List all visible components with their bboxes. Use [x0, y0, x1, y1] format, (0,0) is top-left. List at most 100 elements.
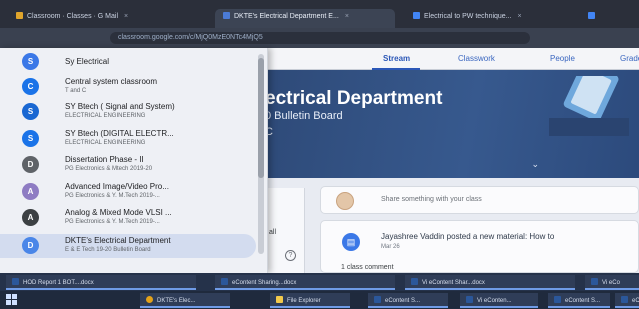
share-placeholder: Share something with your class — [381, 196, 482, 203]
classroom-tab-icon — [223, 12, 230, 19]
word-icon — [591, 278, 598, 285]
class-avatar: D — [22, 237, 39, 254]
url-field[interactable]: classroom.google.com/c/MjQ0MzE0NTc4MjQ5 — [110, 32, 530, 44]
word-icon — [374, 296, 381, 303]
word-icon — [466, 296, 473, 303]
class-tabs: Stream Classwork People Grades — [265, 48, 639, 70]
browser-tab-active[interactable]: DKTE's Electrical Department E... × — [215, 9, 395, 28]
upcoming-panel: all ? — [265, 188, 305, 273]
taskbar-window-button[interactable]: eContent Sharing...docx — [215, 275, 395, 290]
class-comment-link[interactable]: 1 class comment — [341, 264, 394, 271]
taskbar: HOD Report 1 BOT....docx eContent Sharin… — [0, 273, 639, 309]
class-avatar: A — [22, 183, 39, 200]
close-icon[interactable]: × — [518, 13, 522, 20]
class-section: E & E Tech 19-20 Bulletin Board — [65, 247, 151, 253]
folder-icon — [276, 296, 283, 303]
drawer-scrollbar-thumb[interactable] — [258, 58, 264, 178]
tab-label: DKTE's Electrical Department E... — [234, 13, 339, 20]
tab-grades[interactable]: Grades — [620, 54, 639, 63]
class-section: ELECTRICAL ENGINEERING — [65, 140, 146, 146]
word-icon — [411, 278, 418, 285]
class-section: 0 Bulletin Board — [265, 110, 343, 122]
drawer-class-item[interactable]: S Sy Electrical — [0, 50, 256, 74]
word-icon — [621, 296, 628, 303]
class-avatar: C — [22, 78, 39, 95]
class-section: PG Electronics & Mtech 2019-20 — [65, 166, 153, 172]
chrome-icon — [146, 296, 153, 303]
drawer-class-item[interactable]: S SY Btech ( Signal and System) ELECTRIC… — [0, 100, 256, 124]
word-icon — [221, 278, 228, 285]
screen: Classroom · Classes · G Mail × DKTE's Ele… — [0, 0, 639, 309]
class-name: DKTE's Electrical Department — [65, 236, 171, 245]
post-date: Mar 26 — [381, 244, 400, 250]
class-name: Central system classroom — [65, 77, 158, 86]
class-avatar: D — [22, 156, 39, 173]
window-label: Vi eContent Shar...docx — [422, 280, 485, 286]
drawer-class-item[interactable]: D Dissertation Phase - II PG Electronics… — [0, 153, 256, 177]
avatar — [336, 192, 354, 210]
word-icon — [554, 296, 561, 303]
window-label: DKTE's Elec... — [157, 298, 196, 304]
tab-classwork[interactable]: Classwork — [458, 54, 495, 63]
class-section: T and C — [65, 88, 87, 94]
doc-tab-icon — [588, 12, 595, 19]
taskbar-window-button[interactable]: Vi eCo — [585, 275, 639, 290]
taskbar-app-button[interactable]: Vi eConten... — [460, 293, 538, 308]
drawer-class-item[interactable]: A Advanced Image/Video Pro... PG Electro… — [0, 180, 256, 204]
class-drawer: S Sy Electrical C Central system classro… — [0, 48, 268, 273]
tab-label: Classroom · Classes · G Mail — [27, 13, 119, 20]
taskbar-row: HOD Report 1 BOT....docx eContent Sharin… — [0, 273, 639, 291]
class-avatar: S — [22, 53, 39, 70]
class-section: PG Electronics & Y. M.Tech 2019-... — [65, 219, 160, 225]
drawer-class-item-selected[interactable]: D DKTE's Electrical Department E & E Tec… — [0, 234, 256, 258]
classroom-tab-icon — [16, 12, 23, 19]
window-label: File Explorer — [287, 298, 321, 304]
window-label: eCo — [632, 298, 639, 304]
taskbar-app-button[interactable]: File Explorer — [270, 293, 350, 308]
help-icon[interactable]: ? — [285, 250, 296, 261]
taskbar-app-button[interactable]: eContent S... — [548, 293, 610, 308]
browser-tab[interactable]: Electrical to PW technique... × — [405, 9, 570, 28]
upcoming-text: all — [269, 229, 277, 236]
drawer-class-item[interactable]: A Analog & Mixed Mode VLSI ... PG Electr… — [0, 206, 256, 230]
browser-tab[interactable] — [580, 9, 639, 28]
window-label: HOD Report 1 BOT....docx — [23, 280, 94, 286]
drawer-class-item[interactable]: C Central system classroom T and C — [0, 75, 256, 99]
window-label: Vi eCo — [602, 280, 620, 286]
close-icon[interactable]: × — [345, 13, 349, 20]
taskbar-app-button[interactable]: eCo — [615, 293, 639, 308]
class-avatar: A — [22, 209, 39, 226]
class-section: ELECTRICAL ENGINEERING — [65, 113, 146, 119]
class-name: Advanced Image/Video Pro... — [65, 182, 169, 191]
class-name: SY Btech (DIGITAL ELECTR... — [65, 129, 174, 138]
taskbar-window-button[interactable]: Vi eContent Shar...docx — [405, 275, 575, 290]
browser-tab-bar: Classroom · Classes · G Mail × DKTE's Ele… — [0, 0, 639, 28]
share-box[interactable]: Share something with your class — [320, 186, 639, 214]
tab-stream[interactable]: Stream — [383, 54, 410, 63]
class-banner: ectrical Department 0 Bulletin Board C ⌄ — [265, 70, 639, 178]
browser-tab[interactable]: Classroom · Classes · G Mail × — [8, 9, 158, 28]
drawer-class-item[interactable]: S SY Btech (DIGITAL ELECTR... ELECTRICAL… — [0, 127, 256, 151]
banner-illustration — [549, 76, 629, 136]
word-icon — [12, 278, 19, 285]
window-label: eContent S... — [385, 298, 421, 304]
class-name: SY Btech ( Signal and System) — [65, 102, 175, 111]
address-bar: classroom.google.com/c/MjQ0MzE0NTc4MjQ5 — [0, 28, 639, 48]
taskbar-app-button[interactable]: DKTE's Elec... — [140, 293, 230, 308]
chevron-down-icon[interactable]: ⌄ — [531, 159, 539, 170]
class-name: Sy Electrical — [65, 57, 110, 66]
taskbar-window-button[interactable]: HOD Report 1 BOT....docx — [6, 275, 196, 290]
class-avatar: S — [22, 130, 39, 147]
window-label: Vi eConten... — [477, 298, 512, 304]
taskbar-app-button[interactable]: eContent S... — [368, 293, 448, 308]
close-icon[interactable]: × — [124, 13, 128, 20]
tab-people[interactable]: People — [550, 54, 575, 63]
window-label: eContent S... — [565, 298, 601, 304]
windows-start-icon[interactable] — [6, 294, 18, 306]
class-avatar: S — [22, 103, 39, 120]
stream-post[interactable]: ▤ Jayashree Vaddin posted a new material… — [320, 220, 639, 273]
post-title[interactable]: Jayashree Vaddin posted a new material: … — [381, 232, 554, 241]
material-icon: ▤ — [342, 233, 360, 251]
class-title: ectrical Department — [265, 88, 443, 109]
class-name: Analog & Mixed Mode VLSI ... — [65, 208, 172, 217]
